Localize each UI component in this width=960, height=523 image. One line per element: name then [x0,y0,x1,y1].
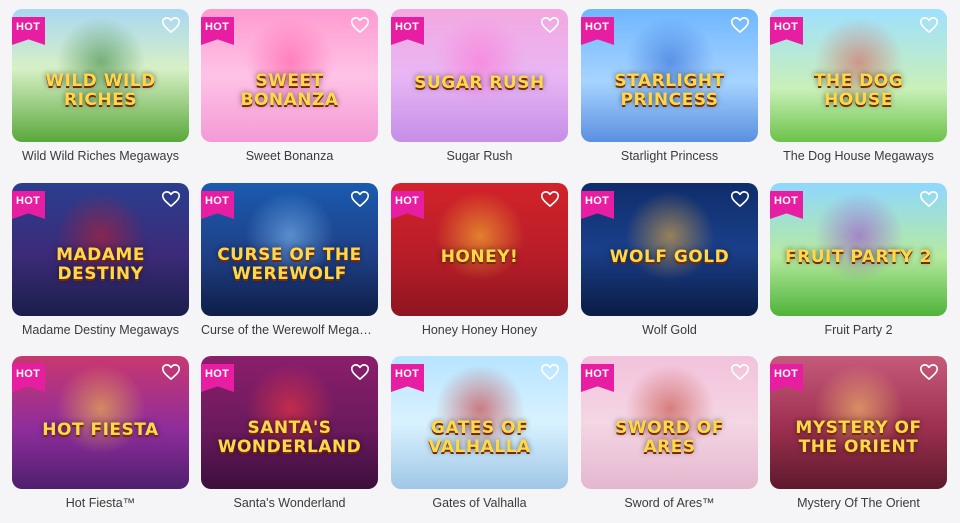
hot-badge: HOT [12,364,46,392]
game-card[interactable]: Hot Fiesta HOT Hot Fiesta™ [12,356,189,510]
game-thumbnail[interactable]: Madame Destiny HOT [12,183,189,316]
game-card[interactable]: Sweet Bonanza HOT Sweet Bonanza [201,9,378,163]
game-title[interactable]: Wild Wild Riches Megaways [12,149,189,163]
hot-badge: HOT [581,17,615,45]
hot-badge: HOT [770,17,804,45]
game-card[interactable]: Wolf Gold HOT Wolf Gold [581,183,758,337]
game-title[interactable]: The Dog House Megaways [770,149,947,163]
hot-badge: HOT [391,364,425,392]
game-card[interactable]: Curse of the Werewolf HOT Curse of the Wer… [201,183,378,337]
game-thumbnail[interactable]: Sweet Bonanza HOT [201,9,378,142]
game-thumbnail[interactable]: Wolf Gold HOT [581,183,758,316]
game-title[interactable]: Honey Honey Honey [391,323,568,337]
hot-badge: HOT [12,191,46,219]
game-title[interactable]: Sugar Rush [391,149,568,163]
favorite-heart-icon[interactable] [541,17,559,33]
favorite-heart-icon[interactable] [920,17,938,33]
favorite-heart-icon[interactable] [541,364,559,380]
game-title[interactable]: Madame Destiny Megaways [12,323,189,337]
thumbnail-artwork [56,17,146,107]
game-title[interactable]: Fruit Party 2 [770,323,947,337]
game-card[interactable]: Madame Destiny HOT Madame Destiny Megaways [12,183,189,337]
thumbnail-artwork [814,191,904,281]
hot-badge: HOT [581,191,615,219]
hot-badge: HOT [581,364,615,392]
thumbnail-artwork [625,191,715,281]
game-thumbnail[interactable]: Gates of Valhalla HOT [391,356,568,489]
game-title[interactable]: Curse of the Werewolf Megaways [201,323,378,337]
thumbnail-artwork [625,17,715,107]
game-title[interactable]: Sweet Bonanza [201,149,378,163]
hot-badge: HOT [201,191,235,219]
hot-badge: HOT [391,17,425,45]
thumbnail-artwork [56,364,146,454]
hot-badge: HOT [770,191,804,219]
game-thumbnail[interactable]: The Dog House HOT [770,9,947,142]
hot-badge: HOT [201,364,235,392]
favorite-heart-icon[interactable] [351,17,369,33]
favorite-heart-icon[interactable] [351,191,369,207]
game-thumbnail[interactable]: Santa's Wonderland HOT [201,356,378,489]
game-card[interactable]: Fruit Party 2 HOT Fruit Party 2 [770,183,947,337]
thumbnail-artwork [56,191,146,281]
game-title[interactable]: Sword of Ares™ [581,496,758,510]
thumbnail-artwork [814,364,904,454]
favorite-heart-icon[interactable] [731,191,749,207]
favorite-heart-icon[interactable] [162,364,180,380]
game-card[interactable]: Wild Wild Riches HOT Wild Wild Riches Mega… [12,9,189,163]
thumbnail-artwork [245,191,335,281]
game-card[interactable]: Mystery of the Orient HOT Mystery Of The O… [770,356,947,510]
hot-badge: HOT [12,17,46,45]
game-card[interactable]: Starlight Princess HOT Starlight Princess [581,9,758,163]
hot-badge: HOT [770,364,804,392]
hot-badge: HOT [201,17,235,45]
game-title[interactable]: Wolf Gold [581,323,758,337]
thumbnail-artwork [245,17,335,107]
game-thumbnail[interactable]: Honey! HOT [391,183,568,316]
game-title[interactable]: Hot Fiesta™ [12,496,189,510]
game-thumbnail[interactable]: Wild Wild Riches HOT [12,9,189,142]
favorite-heart-icon[interactable] [920,364,938,380]
game-thumbnail[interactable]: Sword of Ares HOT [581,356,758,489]
game-card[interactable]: The Dog House HOT The Dog House Megaways [770,9,947,163]
game-thumbnail[interactable]: Hot Fiesta HOT [12,356,189,489]
game-thumbnail[interactable]: Fruit Party 2 HOT [770,183,947,316]
game-card[interactable]: Sword of Ares HOT Sword of Ares™ [581,356,758,510]
favorite-heart-icon[interactable] [731,364,749,380]
thumbnail-artwork [245,364,335,454]
game-thumbnail[interactable]: Sugar Rush HOT [391,9,568,142]
favorite-heart-icon[interactable] [541,191,559,207]
game-title[interactable]: Gates of Valhalla [391,496,568,510]
favorite-heart-icon[interactable] [162,17,180,33]
thumbnail-artwork [435,364,525,454]
game-title[interactable]: Starlight Princess [581,149,758,163]
game-title[interactable]: Mystery Of The Orient [770,496,947,510]
game-thumbnail[interactable]: Starlight Princess HOT [581,9,758,142]
favorite-heart-icon[interactable] [731,17,749,33]
favorite-heart-icon[interactable] [920,191,938,207]
game-thumbnail[interactable]: Curse of the Werewolf HOT [201,183,378,316]
favorite-heart-icon[interactable] [162,191,180,207]
hot-badge: HOT [391,191,425,219]
game-title[interactable]: Santa's Wonderland [201,496,378,510]
game-card[interactable]: Sugar Rush HOT Sugar Rush [391,9,568,163]
thumbnail-artwork [814,17,904,107]
game-card[interactable]: Santa's Wonderland HOT Santa's Wonderland [201,356,378,510]
game-thumbnail[interactable]: Mystery of the Orient HOT [770,356,947,489]
thumbnail-artwork [435,191,525,281]
games-grid: Wild Wild Riches HOT Wild Wild Riches Mega… [0,0,960,523]
thumbnail-artwork [435,17,525,107]
thumbnail-artwork [625,364,715,454]
favorite-heart-icon[interactable] [351,364,369,380]
game-card[interactable]: Gates of Valhalla HOT Gates of Valhalla [391,356,568,510]
game-card[interactable]: Honey! HOT Honey Honey Honey [391,183,568,337]
